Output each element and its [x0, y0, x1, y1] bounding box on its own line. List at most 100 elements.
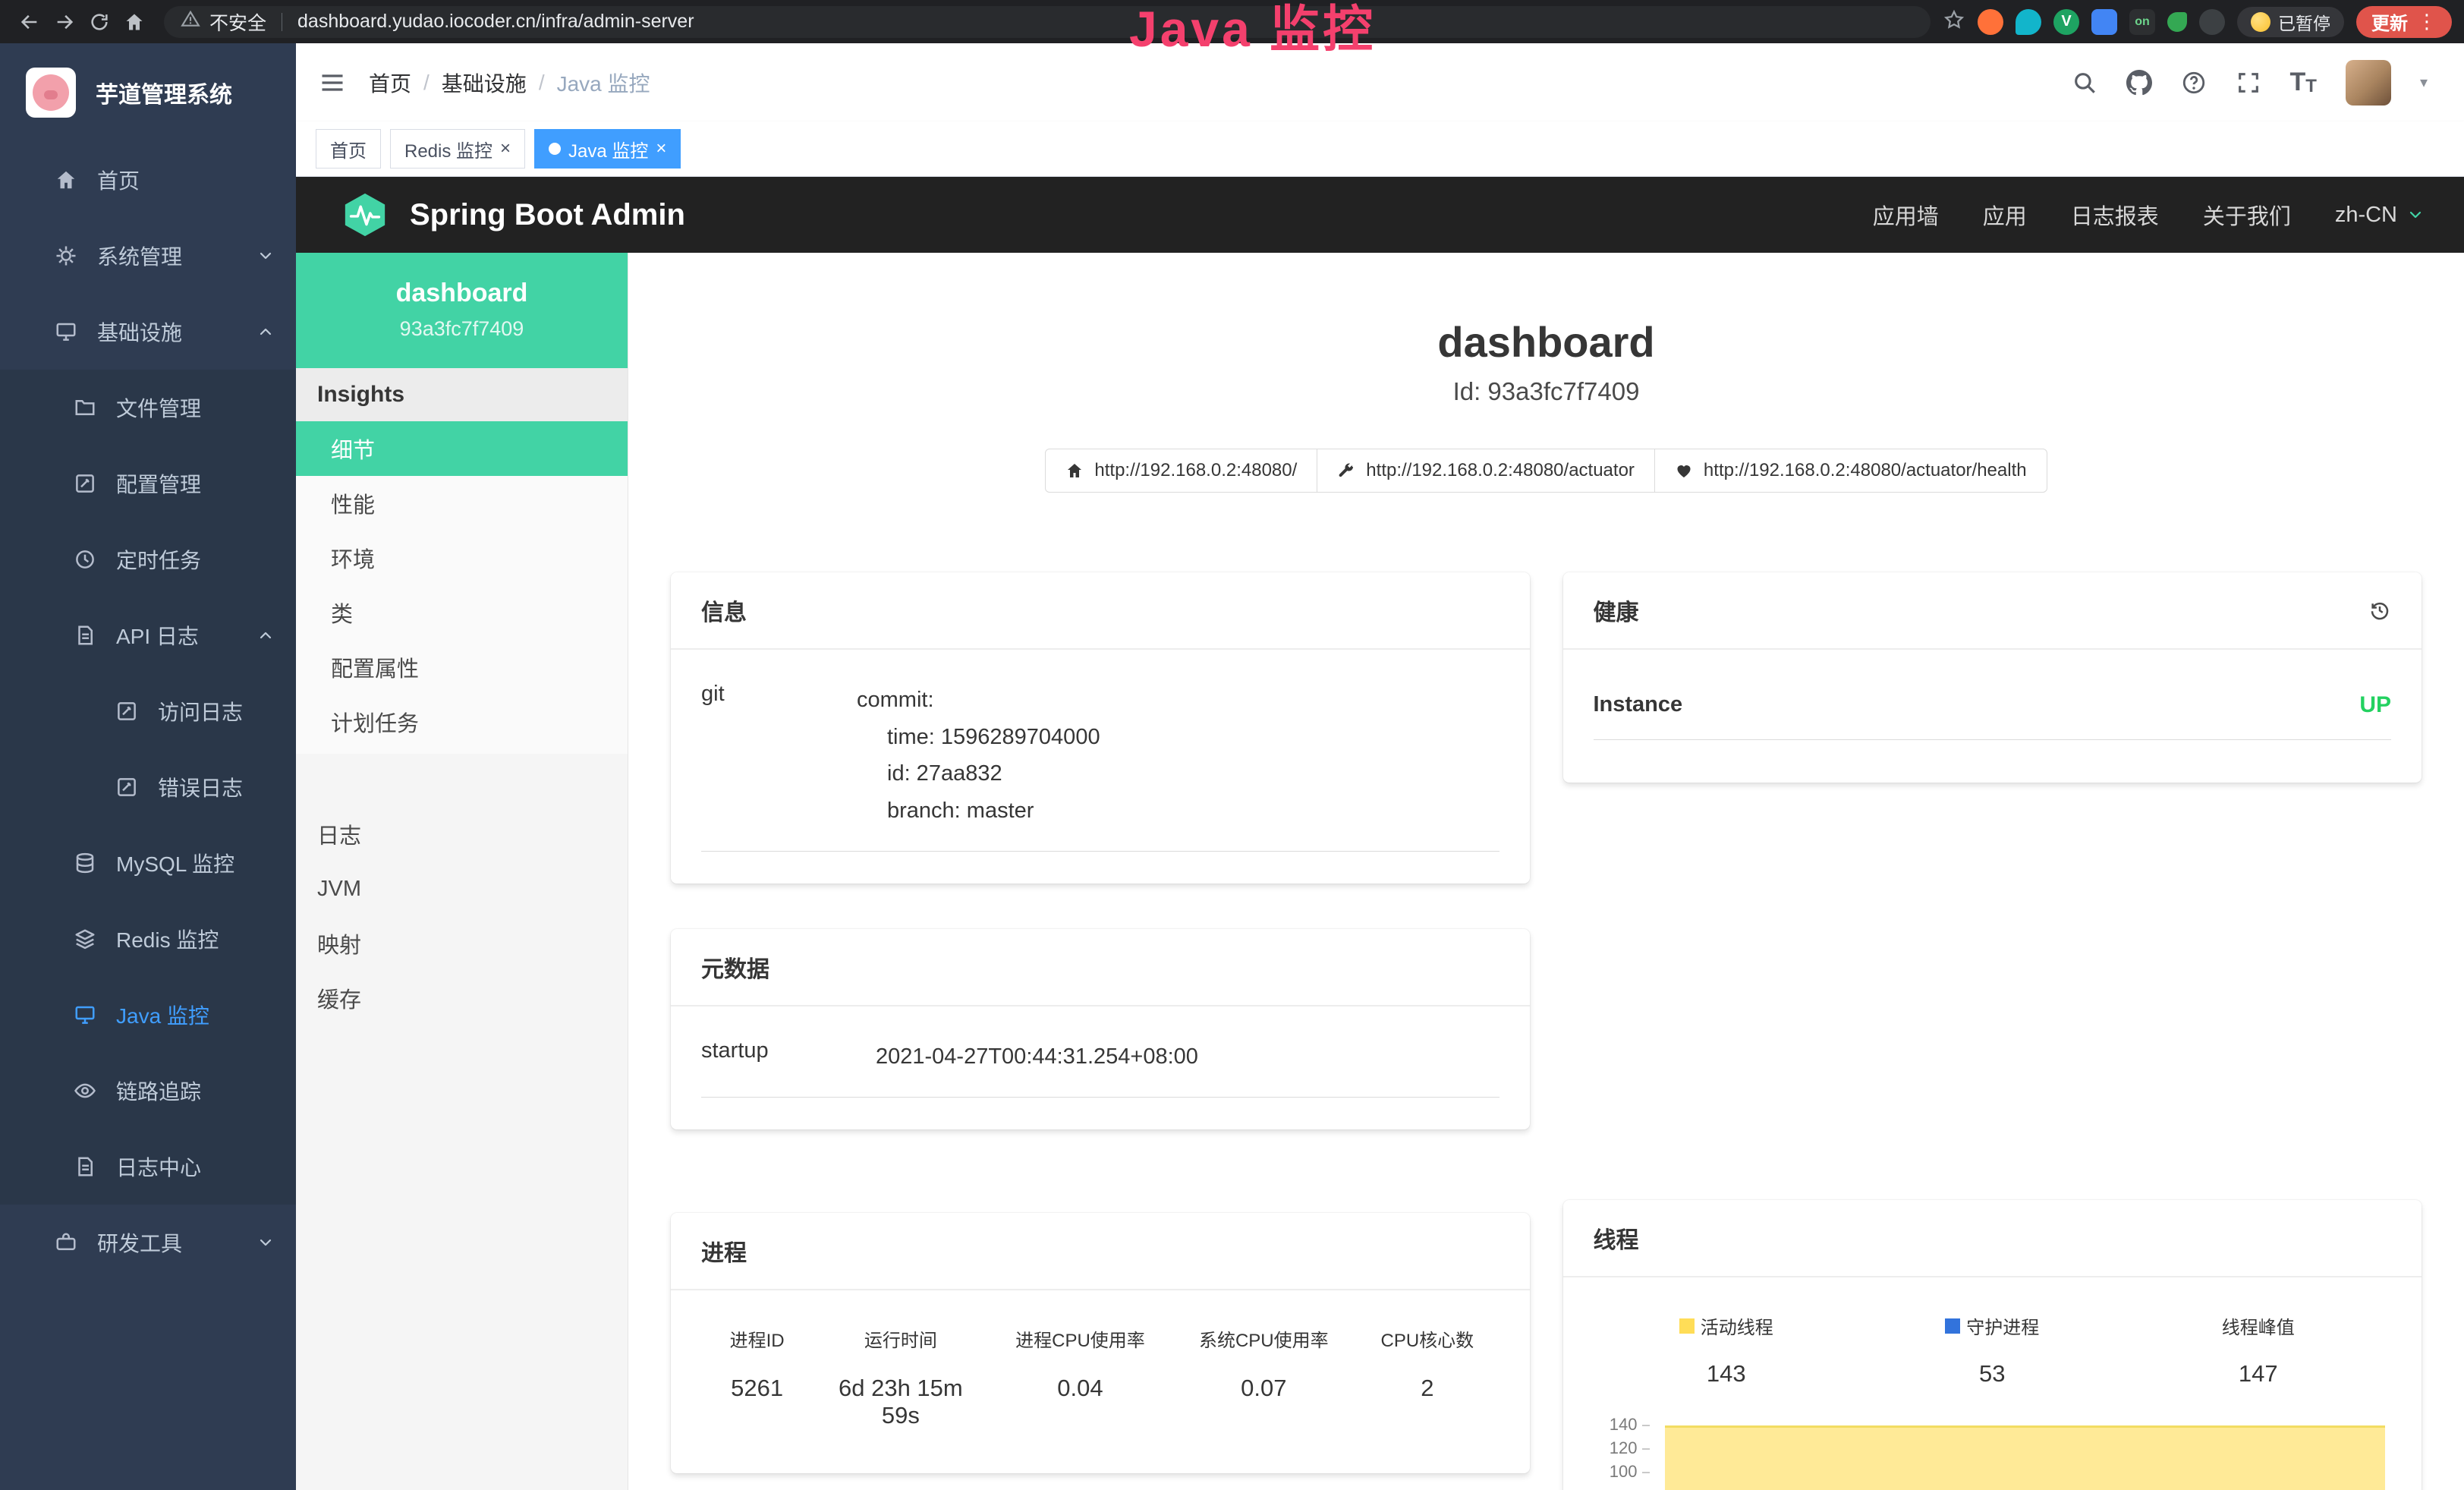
sba-item-scheduled-tasks[interactable]: 计划任务	[296, 695, 628, 749]
sba-section-insights: Insights	[296, 368, 628, 421]
avatar[interactable]	[2346, 60, 2391, 106]
app-sidebar: 芋道管理系统 首页 系统管理 基础设施	[0, 43, 296, 1490]
sba-brand[interactable]: Spring Boot Admin	[341, 191, 685, 238]
bookmark-star-icon[interactable]	[1943, 8, 1965, 35]
y-axis-tick: 100	[1594, 1462, 1650, 1482]
extension-on-icon[interactable]: on	[2129, 9, 2155, 35]
sidebar-item-error-logs[interactable]: 错误日志	[0, 749, 296, 825]
sidebar-item-trace[interactable]: 链路追踪	[0, 1053, 296, 1129]
nav-applications[interactable]: 应用	[1983, 199, 2027, 231]
threads-legend: 活动线程 143 守护进程 53	[1594, 1309, 2392, 1388]
edit-icon	[114, 776, 140, 799]
sidebar-item-access-logs[interactable]: 访问日志	[0, 673, 296, 749]
address-bar[interactable]: 不安全 dashboard.yudao.iocoder.cn/infra/adm…	[164, 6, 1931, 38]
sidebar-item-log-center[interactable]: 日志中心	[0, 1129, 296, 1205]
sba-item-jvm[interactable]: JVM	[296, 862, 628, 916]
database-icon	[72, 852, 98, 874]
search-icon[interactable]	[2072, 70, 2097, 96]
toolbox-icon	[53, 1231, 79, 1254]
extension-fox-icon[interactable]	[1978, 9, 2003, 35]
sidebar-item-dev-tools[interactable]: 研发工具	[0, 1205, 296, 1281]
back-icon[interactable]	[12, 5, 47, 39]
history-icon[interactable]	[2368, 599, 2391, 622]
document-icon	[72, 1155, 98, 1178]
threads-card: 线程 活动线程 143	[1563, 1200, 2422, 1490]
app-logo[interactable]: 芋道管理系统	[0, 43, 296, 142]
threads-chart-area	[1665, 1425, 2386, 1490]
instance-id-line: Id: 93a3fc7f7409	[628, 377, 2464, 406]
paused-badge[interactable]: 已暂停	[2237, 7, 2344, 37]
gear-icon	[53, 244, 79, 267]
close-icon[interactable]: ×	[500, 140, 511, 158]
sidebar-item-file-management[interactable]: 文件管理	[0, 370, 296, 446]
sba-item-config-props[interactable]: 配置属性	[296, 640, 628, 695]
update-button[interactable]: 更新 ⋮	[2356, 6, 2452, 38]
sidebar-item-home[interactable]: 首页	[0, 142, 296, 218]
instance-base-link[interactable]: http://192.168.0.2:48080/	[1045, 449, 1317, 493]
extension-check-icon[interactable]: V	[2053, 9, 2079, 35]
nav-about[interactable]: 关于我们	[2203, 199, 2291, 231]
sba-item-logs[interactable]: 日志	[296, 807, 628, 862]
metadata-card-header: 元数据	[671, 929, 1530, 1006]
sba-instance-header[interactable]: dashboard 93a3fc7f7409	[296, 253, 628, 368]
forward-icon[interactable]	[47, 5, 82, 39]
health-card: 健康 Instance UP	[1563, 572, 2422, 783]
breadcrumb-infrastructure: 基础设施	[442, 68, 527, 98]
sidebar-item-java-monitor[interactable]: Java 监控	[0, 977, 296, 1053]
sidebar-item-api-logs[interactable]: API 日志	[0, 597, 296, 673]
logo-image	[26, 68, 76, 118]
edit-icon	[114, 700, 140, 723]
sba-item-metrics[interactable]: 性能	[296, 476, 628, 531]
chevron-up-icon	[256, 626, 275, 644]
tab-java-monitor[interactable]: Java 监控 ×	[534, 129, 681, 169]
nav-wallboard[interactable]: 应用墙	[1873, 199, 1939, 231]
y-axis-tick: 120	[1594, 1438, 1650, 1458]
sidebar-item-redis-monitor[interactable]: Redis 监控	[0, 901, 296, 977]
process-table: 进程ID 5261 运行时间 6d 23h 15m 59s	[701, 1322, 1499, 1441]
legend-swatch-blue	[1945, 1318, 1960, 1334]
extension-grid-icon[interactable]	[2091, 9, 2117, 35]
infrastructure-submenu: 文件管理 配置管理 定时任务 API 日志	[0, 370, 296, 1205]
sba-item-classes[interactable]: 类	[296, 585, 628, 640]
close-icon[interactable]: ×	[656, 140, 666, 158]
tab-home[interactable]: 首页	[316, 129, 381, 169]
sba-item-mappings[interactable]: 映射	[296, 916, 628, 971]
sba-item-environment[interactable]: 环境	[296, 531, 628, 585]
font-size-icon[interactable]: TT	[2290, 68, 2317, 97]
hamburger-icon[interactable]	[296, 43, 369, 121]
annotation-java-monitor: Java 监控	[1129, 2, 1376, 57]
browser-home-icon[interactable]	[117, 5, 152, 39]
instance-health-link[interactable]: http://192.168.0.2:48080/actuator/health	[1654, 449, 2047, 493]
document-icon	[72, 624, 98, 647]
locale-select[interactable]: zh-CN	[2335, 203, 2425, 228]
extension-drop-icon[interactable]	[2016, 9, 2041, 35]
extension-puzzle-icon[interactable]	[2199, 9, 2225, 35]
sidebar-item-mysql-monitor[interactable]: MySQL 监控	[0, 825, 296, 901]
sba-item-caches[interactable]: 缓存	[296, 971, 628, 1025]
help-icon[interactable]	[2181, 70, 2207, 96]
insights-menu: 细节 性能 环境 类 配置属性 计划任务	[296, 421, 628, 754]
github-icon[interactable]	[2126, 70, 2152, 96]
breadcrumb-current: Java 监控	[557, 68, 650, 98]
health-card-header: 健康	[1563, 572, 2422, 650]
extension-leaf-icon[interactable]	[2167, 12, 2187, 32]
nav-journal[interactable]: 日志报表	[2071, 199, 2159, 231]
fullscreen-icon[interactable]	[2236, 70, 2261, 96]
metadata-startup-row: startup 2021-04-27T00:44:31.254+08:00	[701, 1038, 1499, 1098]
breadcrumb-home[interactable]: 首页	[369, 68, 411, 98]
instance-actuator-link[interactable]: http://192.168.0.2:48080/actuator	[1317, 449, 1655, 493]
avatar-caret-icon[interactable]: ▾	[2420, 73, 2428, 92]
y-axis-tick: 140	[1594, 1415, 1650, 1435]
browser-menu-icon[interactable]: ⋮	[2417, 10, 2437, 33]
sidebar-item-infrastructure[interactable]: 基础设施	[0, 294, 296, 370]
sidebar-item-scheduled-tasks[interactable]: 定时任务	[0, 521, 296, 597]
legend-swatch-yellow	[1679, 1318, 1695, 1334]
sidebar-item-system-management[interactable]: 系统管理	[0, 218, 296, 294]
reload-icon[interactable]	[82, 5, 117, 39]
sba-item-details[interactable]: 细节	[296, 421, 628, 476]
tab-redis-monitor[interactable]: Redis 监控 ×	[390, 129, 525, 169]
sidebar-item-config-management[interactable]: 配置管理	[0, 446, 296, 521]
sba-navbar: Spring Boot Admin 应用墙 应用 日志报表 关于我们 zh-CN	[296, 177, 2464, 253]
security-warning-icon[interactable]	[181, 9, 200, 34]
status-badge: UP	[2359, 692, 2391, 718]
